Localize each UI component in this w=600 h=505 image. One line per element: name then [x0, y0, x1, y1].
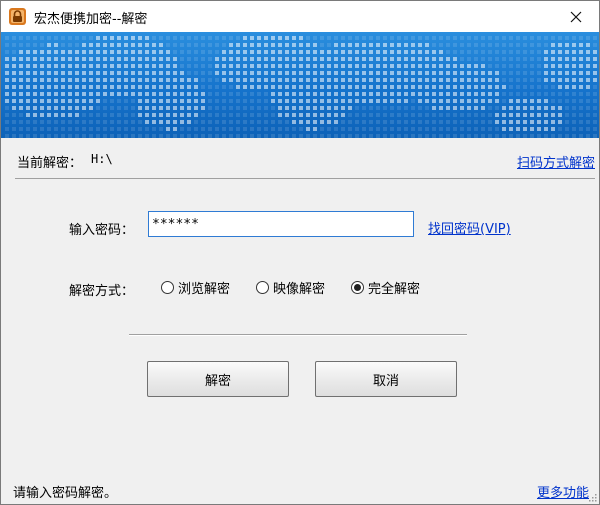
radio-button[interactable] [256, 281, 270, 294]
decrypt-button[interactable]: 解密 [147, 361, 289, 397]
header-banner [1, 32, 599, 138]
decrypt-mode-group: 浏览解密 映像解密 完全解密 [161, 278, 446, 297]
close-button[interactable] [553, 1, 599, 32]
radio-label: 完全解密 [368, 282, 421, 297]
radio-button[interactable] [351, 281, 365, 294]
decrypt-window: 宏杰便携加密--解密 当前解密： H:\ 扫码方式解密 输入密码： 找回密码(V… [0, 0, 600, 505]
radio-full-decrypt[interactable]: 完全解密 [351, 278, 420, 297]
cancel-button[interactable]: 取消 [315, 361, 457, 397]
status-message: 请输入密码解密。 [13, 486, 118, 501]
resize-grip-icon[interactable] [587, 492, 597, 502]
main-content: 当前解密： H:\ 扫码方式解密 输入密码： 找回密码(VIP) 解密方式： 浏… [1, 138, 599, 504]
more-features-link[interactable]: 更多功能 [537, 482, 589, 501]
radio-image-decrypt[interactable]: 映像解密 [256, 278, 325, 297]
decrypt-mode-label: 解密方式： [69, 284, 135, 299]
divider [15, 178, 595, 179]
radio-button[interactable] [161, 281, 174, 294]
world-map-banner [5, 36, 597, 138]
window-title: 宏杰便携加密--解密 [34, 12, 148, 27]
password-input[interactable] [148, 211, 414, 237]
divider [129, 334, 467, 336]
password-label: 输入密码： [69, 223, 135, 238]
radio-label: 浏览解密 [178, 282, 231, 297]
title-bar: 宏杰便携加密--解密 [1, 1, 599, 32]
current-decrypt-label: 当前解密： [17, 156, 83, 171]
radio-browse-decrypt[interactable]: 浏览解密 [161, 278, 230, 297]
current-drive-value: H:\ [91, 152, 113, 166]
radio-selected-dot [354, 284, 362, 291]
recover-password-link[interactable]: 找回密码(VIP) [428, 218, 511, 237]
lock-icon [9, 8, 26, 25]
radio-label: 映像解密 [273, 282, 326, 297]
qr-decrypt-link[interactable]: 扫码方式解密 [517, 152, 595, 171]
close-icon [570, 11, 582, 22]
